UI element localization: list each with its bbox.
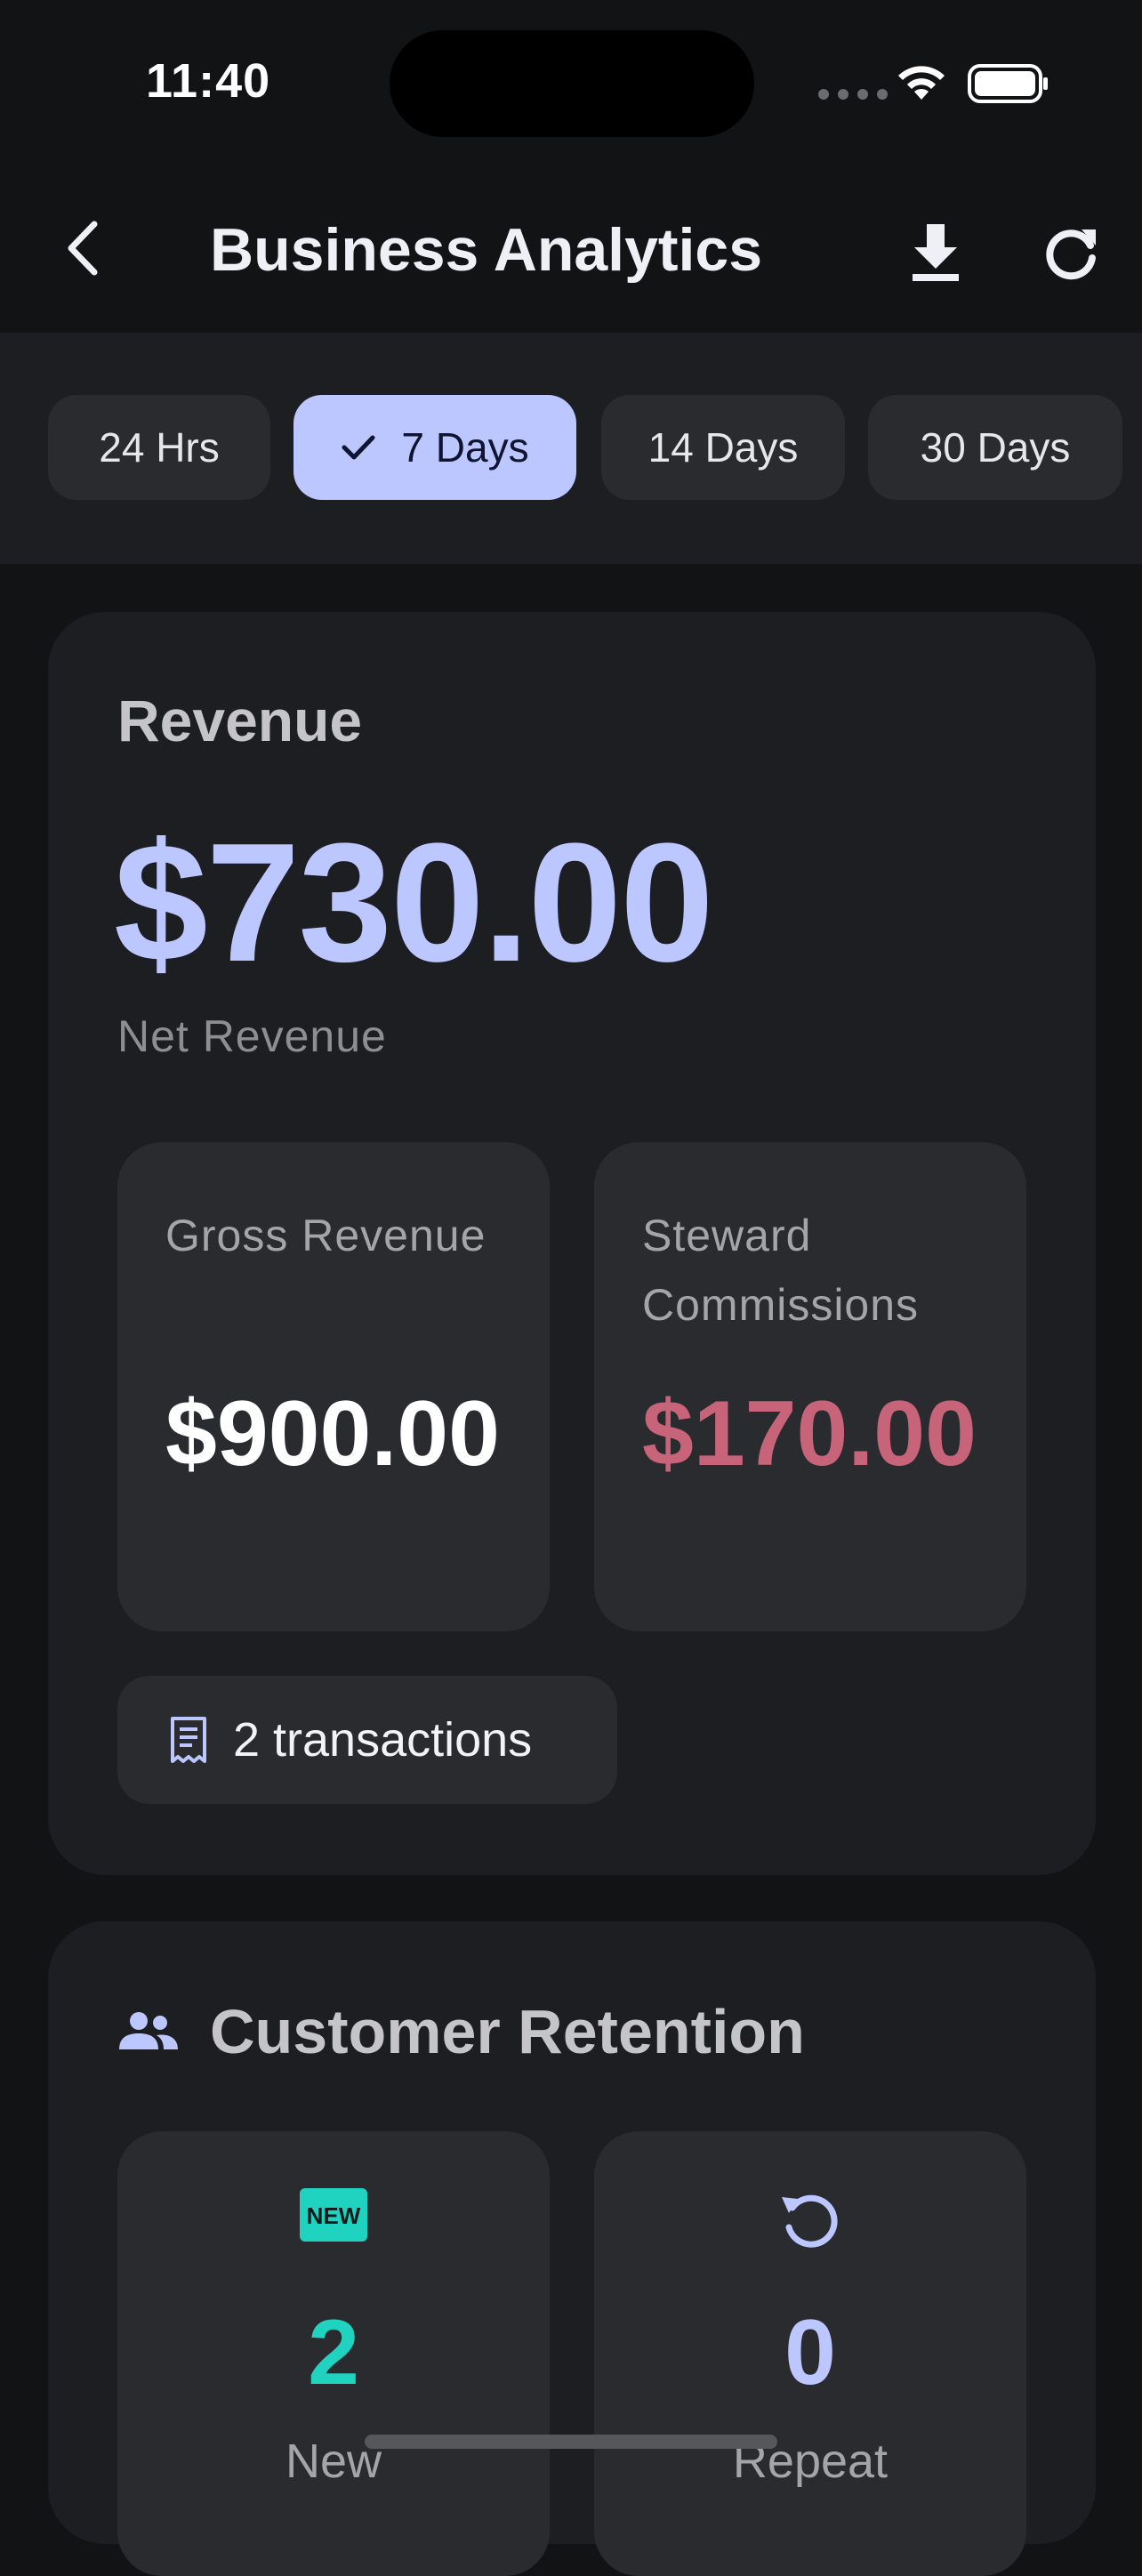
back-arrow-icon[interactable]: [55, 217, 117, 279]
gross-revenue-amount: $900.00: [165, 1382, 500, 1485]
new-badge-icon: NEW: [300, 2188, 367, 2242]
repeat-customers-tile: 0 Repeat: [594, 2131, 1026, 2576]
steward-commissions-tile: Steward Commissions $170.00: [594, 1142, 1026, 1631]
filter-chip-24-hrs[interactable]: 24 Hrs: [48, 395, 270, 500]
chip-label: 7 Days: [401, 424, 529, 471]
chip-label: 30 Days: [920, 424, 1071, 471]
filter-chip-14-days[interactable]: 14 Days: [601, 395, 845, 500]
revenue-title: Revenue: [117, 688, 363, 753]
net-revenue-amount: $730.00: [114, 809, 714, 997]
app-bar: Business Analytics: [0, 165, 1142, 333]
steward-commissions-label: Steward Commissions: [642, 1211, 920, 1330]
filter-chip-7-days[interactable]: 7 Days: [294, 395, 576, 500]
receipt-icon: [171, 1717, 206, 1763]
new-badge-text: NEW: [307, 2202, 361, 2229]
customer-retention-card: Customer Retention NEW 2 New 0 Repeat: [48, 1921, 1096, 2576]
chip-label: 14 Days: [647, 424, 799, 471]
home-indicator[interactable]: [365, 2435, 777, 2449]
cellular-signal-icon: [818, 89, 888, 100]
people-icon: [119, 2012, 178, 2049]
transactions-count: 2 transactions: [233, 1713, 533, 1767]
status-bar: 11:40: [0, 0, 1142, 165]
chip-label: 24 Hrs: [99, 424, 220, 471]
status-time: 11:40: [146, 54, 271, 108]
retention-title: Customer Retention: [210, 1997, 805, 2066]
gross-revenue-label: Gross Revenue: [165, 1211, 487, 1260]
download-icon[interactable]: [900, 217, 971, 288]
new-customers-count: 2: [308, 2301, 359, 2404]
battery-icon: [968, 64, 1048, 103]
time-range-filter: 24 Hrs 7 Days 14 Days 30 Days: [0, 333, 1142, 564]
page-title: Business Analytics: [210, 216, 763, 284]
gross-revenue-tile: Gross Revenue $900.00: [117, 1142, 550, 1631]
new-customers-tile: NEW 2 New: [117, 2131, 550, 2576]
repeat-icon: [782, 2194, 838, 2248]
retention-header: Customer Retention: [117, 1996, 805, 2067]
check-icon: [342, 435, 375, 460]
transactions-badge[interactable]: 2 transactions: [117, 1676, 617, 1804]
wifi-icon: [898, 66, 945, 100]
steward-commissions-amount: $170.00: [642, 1382, 977, 1485]
net-revenue-label: Net Revenue: [117, 1011, 387, 1061]
revenue-card: Revenue $730.00 Net Revenue Gross Revenu…: [48, 612, 1096, 1875]
filter-chip-30-days[interactable]: 30 Days: [868, 395, 1122, 500]
refresh-icon[interactable]: [1037, 219, 1108, 290]
repeat-customers-count: 0: [784, 2301, 836, 2404]
dynamic-island: [390, 30, 754, 137]
